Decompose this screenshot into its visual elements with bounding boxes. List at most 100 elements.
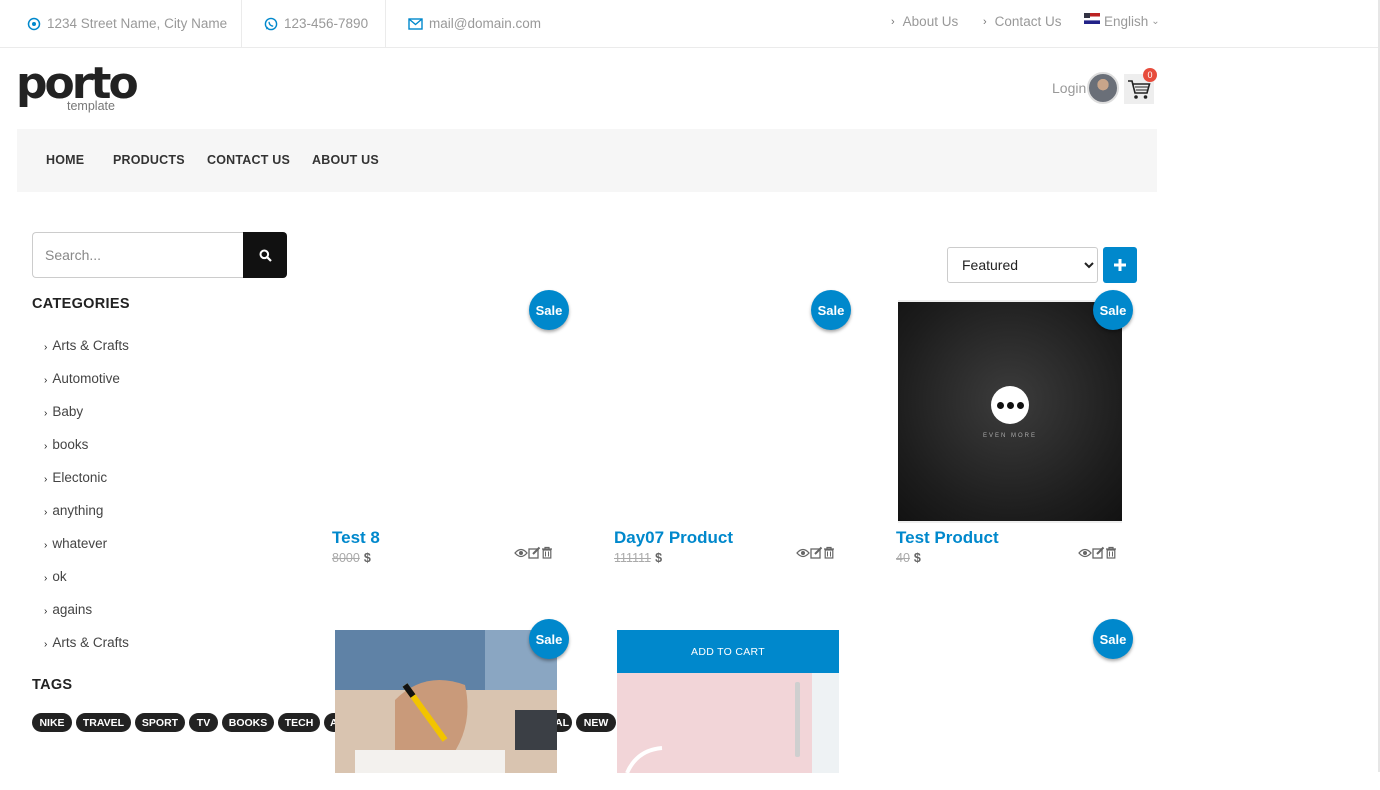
tag-pill[interactable]: TECH [278, 713, 320, 732]
image-caption: EVEN MORE [982, 433, 1037, 439]
product-actions [514, 546, 553, 559]
about-us-link[interactable]: › About Us [891, 0, 958, 43]
tag-pill[interactable]: SPORT [135, 713, 185, 732]
tag-pill[interactable]: TV [189, 713, 218, 732]
product-image[interactable] [335, 630, 557, 773]
nav-contact-us[interactable]: CONTACT US [207, 153, 290, 167]
product-name[interactable]: Day07 Product [614, 528, 733, 548]
trash-icon[interactable] [1105, 546, 1117, 559]
categories-heading: CATEGORIES [32, 296, 130, 312]
main-nav: HOME PRODUCTS CONTACT US ABOUT US [17, 129, 1157, 192]
sale-badge: Sale [1093, 290, 1133, 330]
sale-badge: Sale [1093, 619, 1133, 659]
porto-logo[interactable]: porto template [16, 62, 139, 116]
writing-hand-photo [335, 630, 557, 773]
search-icon [259, 249, 272, 262]
add-to-cart-button[interactable]: ADD TO CART [617, 630, 839, 673]
product-name[interactable]: Test Product [896, 528, 999, 548]
old-price: 8000 [332, 551, 360, 565]
divider [385, 0, 386, 47]
language-selector[interactable]: English ⌄ [1084, 0, 1160, 43]
flag-icon [1084, 13, 1100, 24]
eye-icon[interactable] [796, 547, 810, 559]
category-item[interactable]: › whatever [44, 536, 107, 551]
category-item[interactable]: › Electonic [44, 470, 107, 485]
chevron-down-icon: ⌄ [1151, 16, 1160, 27]
sale-badge: Sale [529, 619, 569, 659]
address-info: 1234 Street Name, City Name [27, 0, 227, 47]
tag-pill[interactable]: NEW [576, 713, 616, 732]
product-price: 111111 $ [614, 551, 662, 565]
old-price: 111111 [614, 551, 652, 565]
envelope-icon [408, 17, 423, 30]
category-label: Baby [52, 404, 84, 419]
category-item[interactable]: › Baby [44, 404, 83, 419]
avatar[interactable] [1087, 72, 1119, 104]
category-item[interactable]: › ok [44, 569, 67, 584]
contact-us-label: Contact Us [994, 14, 1062, 29]
chevron-right-icon: › [891, 15, 895, 28]
tag-pill[interactable]: BOOKS [222, 713, 274, 732]
product-image[interactable]: EVEN MORE [898, 300, 1122, 523]
search-button[interactable] [243, 232, 287, 278]
chevron-right-icon: › [44, 507, 48, 518]
add-product-button[interactable] [1103, 247, 1137, 283]
category-label: anything [52, 503, 104, 518]
category-label: Arts & Crafts [52, 635, 129, 650]
category-label: books [52, 437, 89, 452]
category-item[interactable]: › Arts & Crafts [44, 635, 129, 650]
chevron-right-icon: › [44, 573, 48, 584]
more-icon [991, 386, 1029, 424]
product-price: 8000 $ [332, 551, 371, 565]
phone-info[interactable]: 123-456-7890 [264, 0, 368, 47]
cart-count-badge: 0 [1143, 68, 1157, 82]
category-label: Arts & Crafts [52, 338, 129, 353]
tag-pill[interactable]: TRAVEL [76, 713, 131, 732]
chevron-right-icon: › [44, 375, 48, 386]
search-input[interactable] [32, 232, 244, 278]
edit-icon[interactable] [528, 546, 541, 559]
logo-subtitle: template [67, 99, 115, 113]
currency: $ [913, 551, 921, 565]
category-item[interactable]: › anything [44, 503, 103, 518]
trash-icon[interactable] [823, 546, 835, 559]
nav-home[interactable]: HOME [46, 153, 84, 167]
eye-icon[interactable] [514, 547, 528, 559]
nav-about-us[interactable]: ABOUT US [312, 153, 379, 167]
category-item[interactable]: › books [44, 437, 88, 452]
top-bar: 1234 Street Name, City Name 123-456-7890… [0, 0, 1378, 48]
edit-icon[interactable] [1092, 546, 1105, 559]
divider [241, 0, 242, 47]
old-price: 40 [896, 551, 910, 565]
phone-text: 123-456-7890 [284, 16, 369, 31]
chevron-right-icon: › [983, 15, 987, 28]
category-item[interactable]: › Arts & Crafts [44, 338, 129, 353]
eye-icon[interactable] [1078, 547, 1092, 559]
email-text: mail@domain.com [429, 16, 541, 31]
edit-icon[interactable] [810, 546, 823, 559]
product-actions [1078, 546, 1117, 559]
email-info[interactable]: mail@domain.com [408, 0, 541, 47]
category-item[interactable]: › agains [44, 602, 92, 617]
whatsapp-icon [264, 17, 278, 30]
category-item[interactable]: › Automotive [44, 371, 120, 386]
chevron-right-icon: › [44, 408, 48, 419]
contact-us-link[interactable]: › Contact Us [983, 0, 1061, 43]
chevron-right-icon: › [44, 606, 48, 617]
category-label: agains [52, 602, 93, 617]
chevron-right-icon: › [44, 540, 48, 551]
chevron-right-icon: › [44, 474, 48, 485]
trash-icon[interactable] [541, 546, 553, 559]
sale-badge: Sale [811, 290, 851, 330]
tag-pill[interactable]: NIKE [32, 713, 72, 732]
sort-select[interactable]: Featured [947, 247, 1098, 283]
product-image[interactable]: ADD TO CART [617, 630, 839, 773]
category-label: ok [52, 569, 67, 584]
sale-badge: Sale [529, 290, 569, 330]
login-link[interactable]: Login [1052, 80, 1086, 96]
product-price: 40 $ [896, 551, 921, 565]
product-name[interactable]: Test 8 [332, 528, 380, 548]
nav-products[interactable]: PRODUCTS [113, 153, 185, 167]
category-label: Electonic [52, 470, 108, 485]
category-label: whatever [52, 536, 108, 551]
